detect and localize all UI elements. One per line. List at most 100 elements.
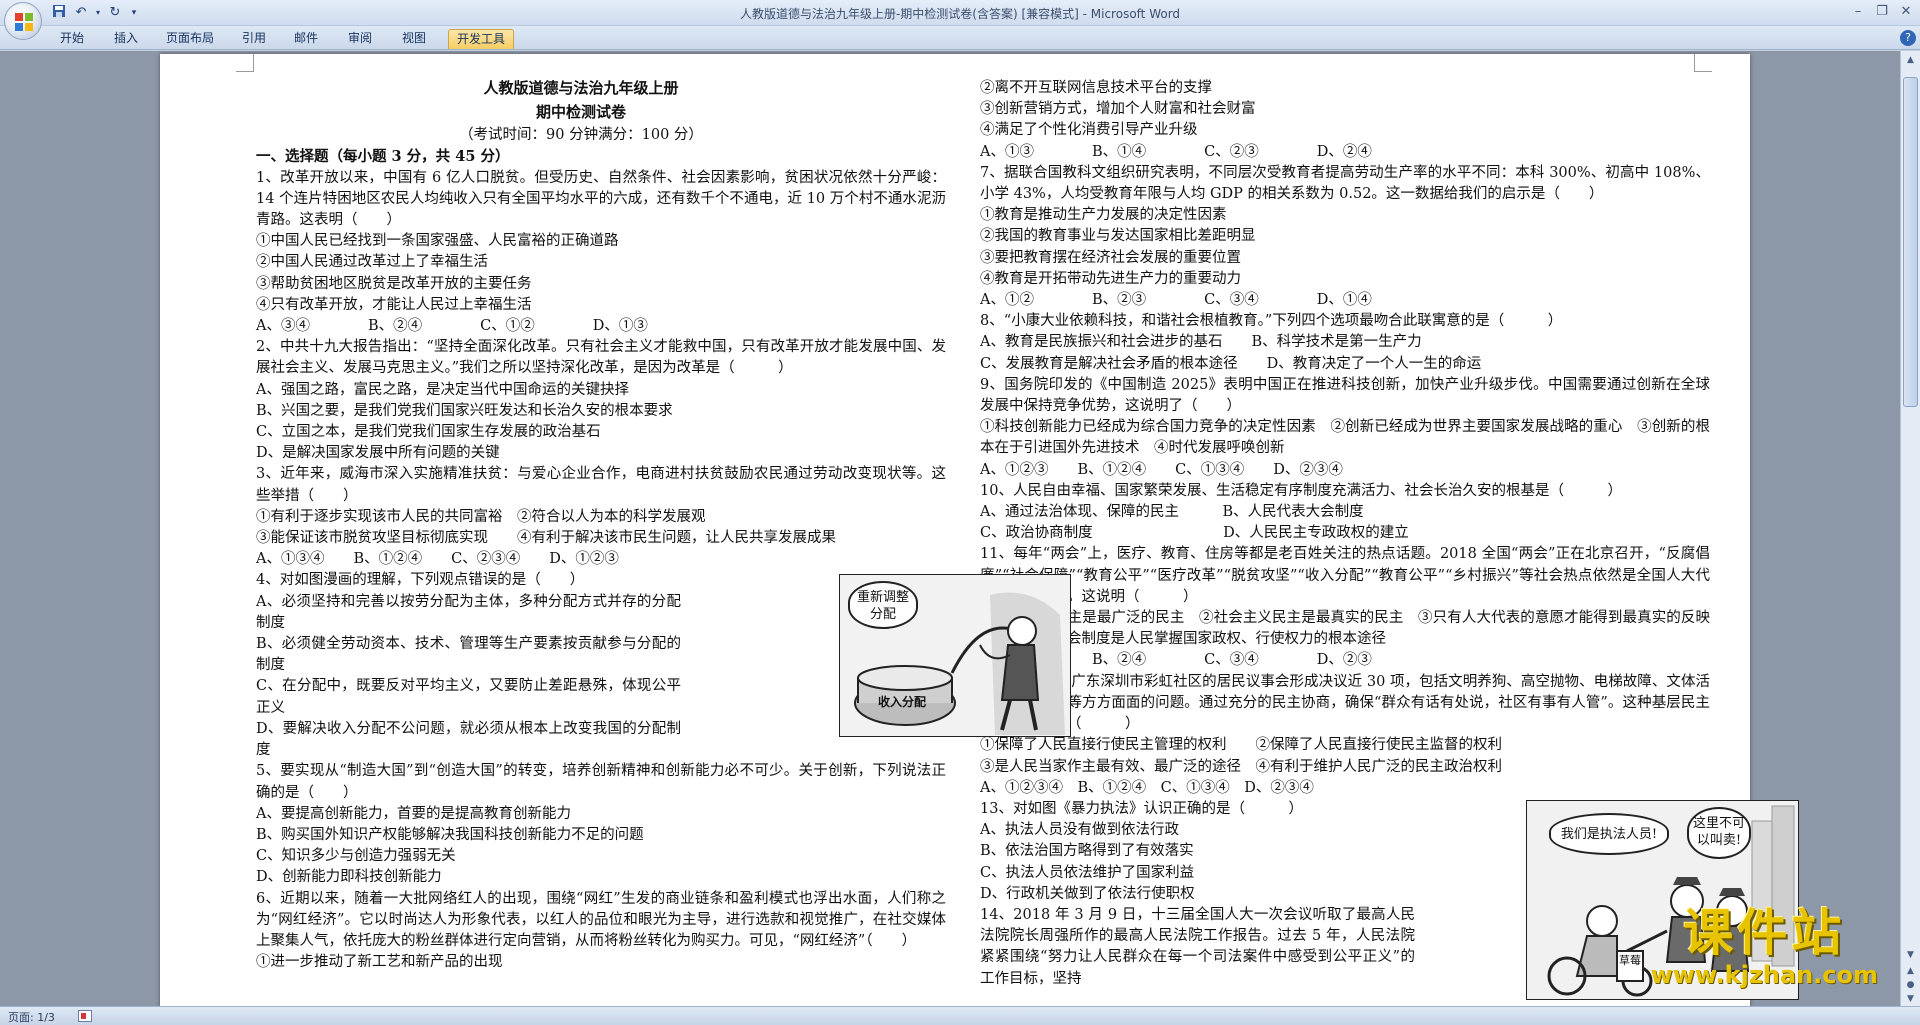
question-line: ③要把教育摆在经济社会发展的重要位置 xyxy=(980,249,1241,266)
word-window: { "window": { "title": "人教版道德与法治九年级上册-期中… xyxy=(0,0,1920,1025)
cartoon-speech-bubble-right: 这里不可以叫卖! xyxy=(1687,807,1751,859)
question-line: A、①③ B、①④ C、②③ D、②④ xyxy=(980,143,1372,160)
tab-page-layout[interactable]: 页面布局 xyxy=(158,29,222,49)
question-line: ①社会主义民主是最广泛的民主 ②社会主义民主是最真实的民主 ③只有人大代表的意愿… xyxy=(980,610,1725,648)
margin-mark xyxy=(236,54,254,72)
question-line: ①教育是推动生产力发展的决定性因素 xyxy=(980,207,1227,224)
minimize-icon[interactable]: – xyxy=(1848,3,1868,21)
question-line: 12、近年来，广东深圳市彩虹社区的居民议事会形成决议近 30 项，包括文明养狗、… xyxy=(980,673,1710,733)
cartoon-speech-bubble-left: 我们是执法人员! xyxy=(1549,813,1669,855)
question-line: A、①③④ B、①②④ C、②③④ D、①②③ xyxy=(256,551,619,568)
question-line: B、必须健全劳动资本、技术、管理等生产要素按贡献参与分配的制度 xyxy=(256,636,681,674)
question-line: A、必须坚持和完善以按劳分配为主体，多种分配方式并存的分配制度 xyxy=(256,593,681,631)
tab-developer[interactable]: 开发工具 xyxy=(448,29,515,49)
question-line: C、政治协商制度 D、人民民主专政政权的建立 xyxy=(980,525,1409,542)
question-line: ②我国的教育事业与发达国家相比差距明显 xyxy=(980,228,1256,245)
exam-info: （考试时间：90 分钟满分：100 分） xyxy=(459,127,703,144)
question-line: 1、改革开放以来，中国有 6 亿人口脱贫。但受历史、自然条件、社会因素影响，贫困… xyxy=(256,169,946,229)
office-button[interactable] xyxy=(4,2,42,40)
kjzhan-watermark-logo: 课件站 www.kjzhan.com xyxy=(1651,904,1878,988)
question-line: ④满足了个性化消费引导产业升级 xyxy=(980,122,1198,139)
question-line: ③创新营销方式，增加个人财富和社会财富 xyxy=(980,101,1256,118)
question-line: 14、2018 年 3 月 9 日，十三届全国人大一次会议听取了最高人民法院院长… xyxy=(980,906,1415,987)
question-line: ③是人民当家作主最有效、最广泛的途径 ④有利于维护人民广泛的民主政治权利 xyxy=(980,758,1502,775)
document-workspace: 人教版道德与法治九年级上册 期中检测试卷 （考试时间：90 分钟满分：100 分… xyxy=(0,51,1900,1006)
cartoon-sign: 草莓 xyxy=(1619,954,1641,967)
tab-insert[interactable]: 插入 xyxy=(106,29,146,49)
status-bar: 页面: 1/3 xyxy=(0,1006,1920,1025)
question-line: A、通过法治体现、保障的民主 B、人民代表大会制度 xyxy=(980,504,1364,521)
close-icon[interactable]: ✕ xyxy=(1896,3,1916,21)
question-line: ④只有改革开放，才能让人民过上幸福生活 xyxy=(256,296,532,313)
tab-mailings[interactable]: 邮件 xyxy=(286,29,326,49)
question-line: A、教育是民族振兴和社会进步的基石 B、科学技术是第一生产力 xyxy=(980,334,1422,351)
tab-view[interactable]: 视图 xyxy=(394,29,434,49)
question-line: ①保障了人民直接行使民主管理的权利 ②保障了人民直接行使民主监督的权利 xyxy=(980,737,1502,754)
question-line: B、依法治国方略得到了有效落实 xyxy=(980,843,1194,860)
question-line: A、①② B、②③ C、③④ D、①④ xyxy=(980,292,1372,309)
window-title: 人教版道德与法治九年级上册-期中检测试卷(含答案) [兼容模式] - Micro… xyxy=(739,7,1181,21)
scroll-up-icon[interactable]: ▲ xyxy=(1903,53,1918,67)
question-line: D、要解决收入分配不公问题，就必须从根本上改变我国的分配制度 xyxy=(256,720,681,759)
question-line: 4、对如图漫画的理解，下列观点错误的是（ ） xyxy=(256,572,585,589)
left-column: 人教版道德与法治九年级上册 期中检测试卷 （考试时间：90 分钟满分：100 分… xyxy=(256,78,946,973)
question-line: C、立国之本，是我们党我们国家生存发展的政治基石 xyxy=(256,424,601,441)
section-heading: 一、选择题（每小题 3 分，共 45 分） xyxy=(256,148,510,166)
question-line: C、发展教育是解决社会矛盾的根本途径 D、教育决定了一个人一生的命运 xyxy=(980,355,1482,372)
document-subtitle: 期中检测试卷 xyxy=(535,103,626,122)
restore-icon[interactable]: ❐ xyxy=(1872,3,1892,21)
title-bar: ↶ ▾ ↻ ▾ 人教版道德与法治九年级上册-期中检测试卷(含答案) [兼容模式]… xyxy=(0,0,1920,40)
question-line: 3、近年来，威海市深入实施精准扶贫：与爱心企业合作，电商进村扶贫鼓励农民通过劳动… xyxy=(256,466,946,504)
question-line: ②离不开互联网信息技术平台的支撑 xyxy=(980,80,1212,96)
question-line: A、执法人员没有做到依法行政 xyxy=(980,822,1179,839)
question-line: 11、每年“两会”上，医疗、教育、住房等都是老百姓关注的热点话题。2018 全国… xyxy=(980,546,1710,605)
question-line: B、兴国之要，是我们党我们国家兴旺发达和长治久安的根本要求 xyxy=(256,402,673,419)
cartoon-label: 收入分配 xyxy=(878,695,927,709)
question-line: A、①②③④ B、①②④ C、①③④ D、②③④ xyxy=(980,779,1314,796)
question-line: 6、近期以来，随着一大批网络红人的出现，围绕“网红”生发的商业链条和盈利模式也浮… xyxy=(256,890,946,949)
tab-home[interactable]: 开始 xyxy=(52,29,92,49)
vertical-scrollbar[interactable]: ▲ ▼ ▲ ● ▼ xyxy=(1900,51,1920,1006)
question-line: B、购买国外知识产权能够解决我国科技创新能力不足的问题 xyxy=(256,826,644,843)
help-icon[interactable]: ? xyxy=(1900,30,1916,46)
document-page[interactable]: 人教版道德与法治九年级上册 期中检测试卷 （考试时间：90 分钟满分：100 分… xyxy=(160,54,1799,1006)
select-browse-object-icon[interactable]: ● xyxy=(1903,978,1918,992)
ribbon-tab-bar: 开始 插入 页面布局 引用 邮件 审阅 视图 开发工具 ? xyxy=(0,26,1920,50)
question-line: 5、要实现从“制造大国”到“创造大国”的转变，培养创新精神和创新能力必不可少。关… xyxy=(256,763,946,801)
page-count[interactable]: 页面: 1/3 xyxy=(8,1009,55,1025)
question-line: A、要提高创新能力，首要的是提高教育创新能力 xyxy=(256,805,571,822)
question-list: 1、改革开放以来，中国有 6 亿人口脱贫。但受历史、自然条件、社会因素影响，贫困… xyxy=(256,168,946,974)
scroll-down-icon[interactable]: ▼ xyxy=(1903,948,1918,962)
question-line: 2、中共十九大报告指出：“坚持全面深化改革。只有社会主义才能救中国，只有改革开放… xyxy=(256,339,946,377)
question-line: D、是解决国家发展中所有问题的关键 xyxy=(256,445,500,462)
question-line: ①进一步推动了新工艺和新产品的出现 xyxy=(256,954,503,971)
tab-references[interactable]: 引用 xyxy=(234,29,274,49)
scroll-thumb[interactable] xyxy=(1903,77,1918,407)
watermark-title: 课件站 xyxy=(1683,904,1846,962)
question-line: ②中国人民通过改革过上了幸福生活 xyxy=(256,254,488,271)
question-line: C、知识多少与创造力强弱无关 xyxy=(256,848,456,865)
question-line: ①有利于逐步实现该市人民的共同富裕 ②符合以人为本的科学发展观 xyxy=(256,508,706,525)
question-line: ④教育是开拓带动先进生产力的重要动力 xyxy=(980,270,1241,287)
tab-review[interactable]: 审阅 xyxy=(340,29,380,49)
proofing-status-icon[interactable] xyxy=(78,1010,92,1022)
next-page-icon[interactable]: ▼ xyxy=(1903,992,1918,1006)
question-line: A、①② B、②④ C、③④ D、②③ xyxy=(980,652,1372,669)
margin-mark xyxy=(1694,54,1712,72)
watermark-url: www.kjzhan.com xyxy=(1650,961,1878,989)
office-logo-icon xyxy=(15,13,33,31)
question-line: A、③④ B、②④ C、①② D、①③ xyxy=(256,318,648,335)
question-line: 10、人民自由幸福、国家繁荣发展、生活稳定有序制度充满活力、社会长治久安的根基是… xyxy=(980,482,1622,499)
question-line: C、在分配中，既要反对平均主义，又要防止差距悬殊，体现公平正义 xyxy=(256,678,681,716)
cartoon-speech-bubble: 重新调整分配 xyxy=(848,581,918,629)
question-line: ③帮助贫困地区脱贫是改革开放的主要任务 xyxy=(256,275,532,292)
question-line: 7、据联合国教科文组织研究表明，不同层次受教育者提高劳动生产率的水平不同：本科 … xyxy=(980,164,1710,203)
question-line: ①中国人民已经找到一条国家强盛、人民富裕的正确道路 xyxy=(256,233,619,250)
question-line: A、强国之路，富民之路，是决定当代中国命运的关键抉择 xyxy=(256,381,629,398)
question-line: 9、国务院印发的《中国制造 2025》表明中国正在推进科技创新，加快产业升级步伐… xyxy=(980,376,1710,415)
document-title: 人教版道德与法治九年级上册 xyxy=(483,79,679,97)
question-line: D、行政机关做到了依法行使职权 xyxy=(980,885,1195,902)
question-line: 8、“小康大业依赖科技，和谐社会根植教育。”下列四个选项最吻合此联寓意的是（ ） xyxy=(980,313,1563,330)
question-line: ①科技创新能力已经成为综合国力竞争的决定性因素 ②创新已经成为世界主要国家发展战… xyxy=(980,419,1710,457)
prev-page-icon[interactable]: ▲ xyxy=(1903,964,1918,978)
